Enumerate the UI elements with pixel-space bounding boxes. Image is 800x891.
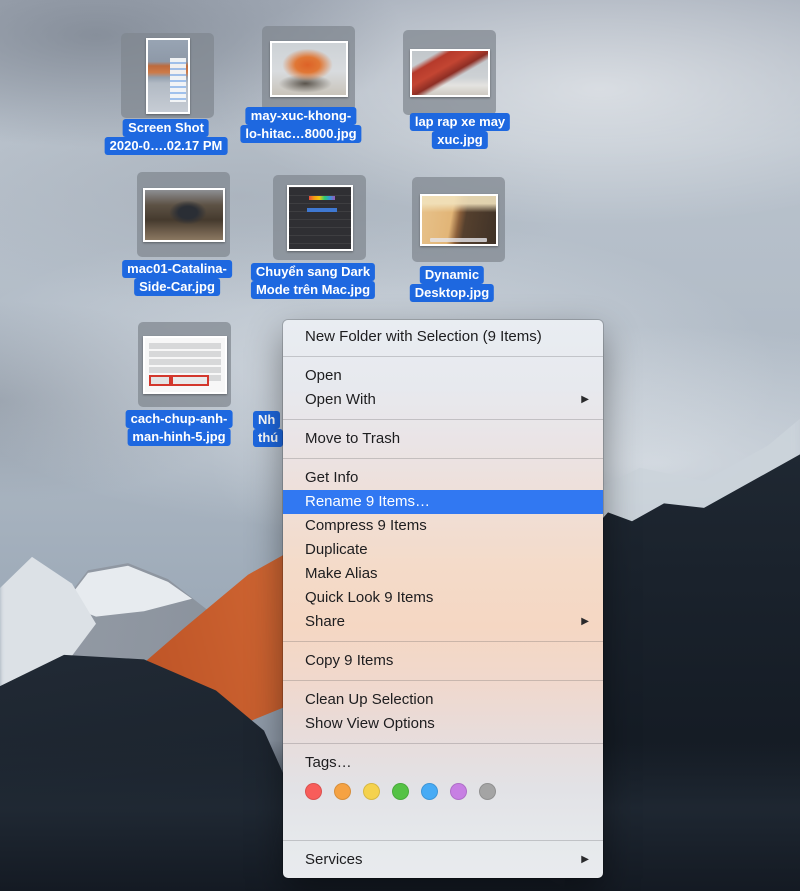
file-label-line: Mode trên Mac.jpg (251, 281, 375, 299)
menu-item-quick-look[interactable]: Quick Look 9 Items (283, 586, 603, 610)
menu-separator (283, 641, 603, 642)
menu-separator (283, 680, 603, 681)
file-label-line: Nh (253, 411, 280, 429)
file-icon-screen-shot[interactable] (121, 33, 214, 118)
tag-gray[interactable] (479, 783, 496, 800)
menu-item-make-alias[interactable]: Make Alias (283, 562, 603, 586)
file-label-line: man-hinh-5.jpg (127, 428, 230, 446)
file-icon-may-xuc[interactable] (262, 26, 355, 111)
thumbnail-mac01-catalina (143, 188, 225, 242)
menu-separator (283, 458, 603, 459)
desktop[interactable]: Screen Shot 2020-0….02.17 PM may-xuc-kho… (0, 0, 800, 891)
tag-blue[interactable] (421, 783, 438, 800)
file-label-line: Dynamic (420, 266, 484, 284)
menu-item-new-folder[interactable]: New Folder with Selection (9 Items) (283, 325, 603, 349)
context-menu: New Folder with Selection (9 Items) Open… (283, 320, 603, 878)
file-label-line: xuc.jpg (432, 131, 488, 149)
menu-item-show-view-options[interactable]: Show View Options (283, 712, 603, 736)
file-label-partially-hidden[interactable]: Nh thú (253, 411, 283, 447)
menu-item-label: Services (305, 851, 363, 868)
tag-green[interactable] (392, 783, 409, 800)
file-label-screen-shot[interactable]: Screen Shot 2020-0….02.17 PM (105, 119, 228, 155)
menu-separator (283, 419, 603, 420)
menu-item-open[interactable]: Open (283, 364, 603, 388)
menu-item-share[interactable]: Share ▶ (283, 610, 603, 634)
menu-item-copy[interactable]: Copy 9 Items (283, 649, 603, 673)
submenu-arrow-icon: ▶ (581, 610, 589, 634)
thumbnail-may-xuc (270, 41, 348, 97)
file-label-line: Screen Shot (123, 119, 209, 137)
file-label-line: cach-chup-anh- (126, 410, 233, 428)
thumbnail-screen-shot (146, 38, 190, 114)
file-label-dark-mode[interactable]: Chuyển sang Dark Mode trên Mac.jpg (251, 263, 375, 299)
file-label-line: mac01-Catalina- (122, 260, 232, 278)
tag-yellow[interactable] (363, 783, 380, 800)
tag-color-row (283, 775, 603, 807)
menu-spacer (283, 807, 603, 833)
submenu-arrow-icon: ▶ (581, 848, 589, 872)
menu-item-duplicate[interactable]: Duplicate (283, 538, 603, 562)
menu-item-move-to-trash[interactable]: Move to Trash (283, 427, 603, 451)
menu-item-label: Open With (305, 391, 376, 408)
thumbnail-lap-rap (410, 49, 490, 97)
tag-red[interactable] (305, 783, 322, 800)
file-label-line: lo-hitac…8000.jpg (240, 125, 361, 143)
file-icon-mac01-catalina[interactable] (137, 172, 230, 257)
menu-item-label: Share (305, 613, 345, 630)
tag-purple[interactable] (450, 783, 467, 800)
menu-separator (283, 840, 603, 841)
file-icon-lap-rap[interactable] (403, 30, 496, 115)
thumbnail-cach-chup (143, 336, 227, 394)
menu-separator (283, 356, 603, 357)
menu-item-tags[interactable]: Tags… (283, 751, 603, 775)
file-label-line: thú (253, 429, 283, 447)
menu-item-services[interactable]: Services ▶ (283, 848, 603, 872)
file-label-line: may-xuc-khong- (246, 107, 356, 125)
menu-item-compress[interactable]: Compress 9 Items (283, 514, 603, 538)
file-label-line: 2020-0….02.17 PM (105, 137, 228, 155)
file-label-lap-rap[interactable]: lap rap xe may xuc.jpg (410, 113, 510, 149)
file-label-mac01-catalina[interactable]: mac01-Catalina- Side-Car.jpg (122, 260, 232, 296)
file-label-may-xuc[interactable]: may-xuc-khong- lo-hitac…8000.jpg (240, 107, 361, 143)
submenu-arrow-icon: ▶ (581, 388, 589, 412)
menu-item-rename[interactable]: Rename 9 Items… (283, 490, 603, 514)
file-label-line: Chuyển sang Dark (251, 263, 375, 281)
thumbnail-dark-mode (287, 185, 353, 251)
file-icon-dark-mode[interactable] (273, 175, 366, 260)
file-label-cach-chup[interactable]: cach-chup-anh- man-hinh-5.jpg (126, 410, 233, 446)
menu-item-clean-up-selection[interactable]: Clean Up Selection (283, 688, 603, 712)
file-label-line: Side-Car.jpg (134, 278, 220, 296)
menu-item-get-info[interactable]: Get Info (283, 466, 603, 490)
file-label-line: lap rap xe may (410, 113, 510, 131)
file-label-dynamic-desktop[interactable]: Dynamic Desktop.jpg (410, 266, 494, 302)
menu-separator (283, 743, 603, 744)
file-icon-dynamic-desktop[interactable] (412, 177, 505, 262)
tag-orange[interactable] (334, 783, 351, 800)
file-icon-cach-chup[interactable] (138, 322, 231, 407)
file-label-line: Desktop.jpg (410, 284, 494, 302)
thumbnail-dynamic-desktop (420, 194, 498, 246)
menu-item-open-with[interactable]: Open With ▶ (283, 388, 603, 412)
